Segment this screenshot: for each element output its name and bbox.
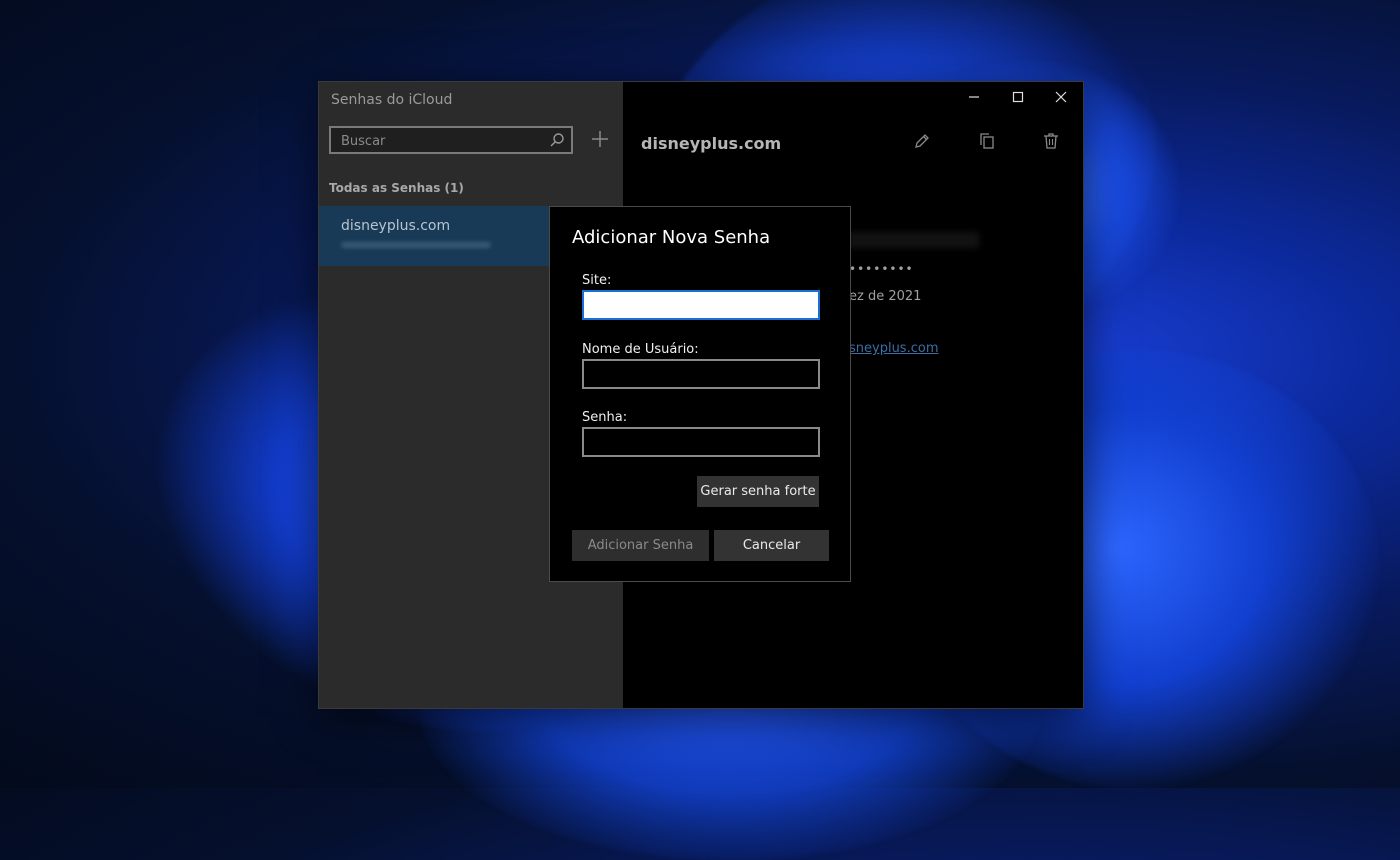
copy-icon[interactable] (978, 132, 996, 150)
search-input[interactable] (339, 131, 543, 151)
add-password-dialog: Adicionar Nova Senha Site: Nome de Usuár… (549, 206, 851, 582)
app-title: Senhas do iCloud (331, 92, 453, 108)
close-icon[interactable] (1054, 90, 1068, 104)
detail-website-link[interactable]: sneyplus.com (849, 341, 938, 356)
list-item-site: disneyplus.com (341, 218, 451, 234)
edit-icon[interactable] (913, 132, 931, 150)
list-header: Todas as Senhas (1) (329, 181, 464, 195)
search-icon[interactable] (549, 132, 565, 148)
site-input[interactable] (582, 290, 820, 320)
detail-date: ez de 2021 (849, 289, 922, 304)
detail-title: disneyplus.com (641, 134, 782, 153)
password-input[interactable] (582, 427, 820, 457)
list-item-username-blurred (341, 242, 491, 248)
generate-strong-password-button[interactable]: Gerar senha forte (697, 476, 819, 507)
add-password-button[interactable]: Adicionar Senha (572, 530, 709, 561)
username-input[interactable] (582, 359, 820, 389)
site-label: Site: (582, 273, 612, 288)
dialog-title: Adicionar Nova Senha (572, 227, 771, 248)
minimize-icon[interactable] (967, 90, 981, 104)
detail-password-mask: •••••••• (849, 262, 914, 276)
password-label: Senha: (582, 410, 628, 425)
detail-username-blurred (849, 232, 979, 248)
add-icon[interactable] (591, 130, 609, 148)
maximize-icon[interactable] (1011, 90, 1025, 104)
trash-icon[interactable] (1042, 132, 1060, 150)
username-label: Nome de Usuário: (582, 342, 699, 357)
search-box[interactable] (329, 126, 573, 154)
cancel-button[interactable]: Cancelar (714, 530, 829, 561)
